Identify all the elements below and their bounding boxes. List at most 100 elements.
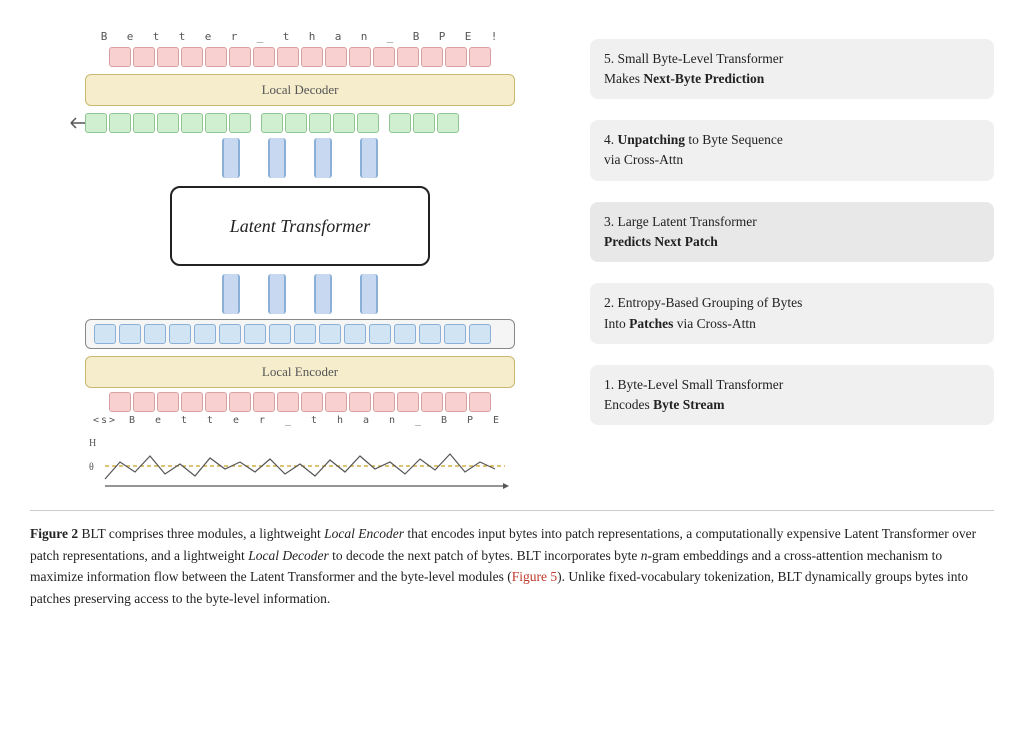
entropy-chart: H θ <box>85 434 515 494</box>
latent-transformer-box: Latent Transformer <box>170 186 430 266</box>
bottom-connectors <box>222 274 378 314</box>
caption-label: Figure 2 <box>30 526 78 541</box>
figure5-link[interactable]: Figure 5 <box>512 569 557 584</box>
token-block <box>373 47 395 67</box>
token-block <box>157 47 179 67</box>
connector <box>268 274 286 314</box>
patch-row <box>85 319 515 349</box>
local-encoder-bar: Local Encoder <box>85 356 515 388</box>
token-block <box>169 324 191 344</box>
token-block <box>94 324 116 344</box>
token-block <box>285 113 307 133</box>
token-block <box>133 392 155 412</box>
token-block <box>181 113 203 133</box>
label-item-2: 2. Entropy-Based Grouping of BytesInto P… <box>590 283 994 344</box>
token-block <box>373 392 395 412</box>
token-block <box>444 324 466 344</box>
token-block <box>244 324 266 344</box>
label-item-5: 5. Small Byte-Level TransformerMakes Nex… <box>590 39 994 100</box>
token-block <box>253 392 275 412</box>
label-5-text: 5. Small Byte-Level TransformerMakes Nex… <box>604 51 783 86</box>
token-block <box>333 113 355 133</box>
token-block <box>269 324 291 344</box>
token-block <box>181 392 203 412</box>
bottom-token-row <box>109 392 491 412</box>
token-block <box>253 47 275 67</box>
token-block <box>309 113 331 133</box>
label-item-4: 4. Unpatching to Byte Sequencevia Cross-… <box>590 120 994 181</box>
connector <box>360 138 378 178</box>
token-block <box>261 113 283 133</box>
label-1-text: 1. Byte-Level Small TransformerEncodes B… <box>604 377 783 412</box>
token-block <box>344 324 366 344</box>
label-3-text: 3. Large Latent TransformerPredicts Next… <box>604 214 757 249</box>
token-block <box>229 392 251 412</box>
token-block <box>469 324 491 344</box>
token-block <box>397 47 419 67</box>
label-item-3: 3. Large Latent TransformerPredicts Next… <box>590 202 994 263</box>
token-block <box>397 392 419 412</box>
label-2-text: 2. Entropy-Based Grouping of BytesInto P… <box>604 295 802 330</box>
token-block <box>301 47 323 67</box>
left-arrow <box>67 116 85 130</box>
bottom-char-row: <s> B e t t e r _ t h a n _ B P E <box>90 415 510 426</box>
top-connectors <box>222 138 378 178</box>
token-block <box>421 47 443 67</box>
connector <box>222 274 240 314</box>
entropy-chart-svg: H θ <box>85 434 515 494</box>
token-block <box>205 113 227 133</box>
token-block <box>394 324 416 344</box>
token-block <box>445 47 467 67</box>
label-4-text: 4. Unpatching to Byte Sequencevia Cross-… <box>604 132 783 167</box>
token-block <box>325 47 347 67</box>
token-block <box>413 113 435 133</box>
token-block <box>349 47 371 67</box>
local-encoder-label: Local Encoder <box>262 364 338 380</box>
token-block <box>85 113 107 133</box>
diagram: B e t t e r _ t h a n _ B P E ! <box>30 20 570 494</box>
token-block <box>109 392 131 412</box>
svg-text:θ: θ <box>89 462 94 473</box>
token-block <box>181 47 203 67</box>
token-block <box>421 392 443 412</box>
token-block <box>469 392 491 412</box>
local-decoder-label: Local Decoder <box>262 82 339 98</box>
token-block <box>437 113 459 133</box>
local-decoder-bar: Local Decoder <box>85 74 515 106</box>
token-block <box>349 392 371 412</box>
label-item-1: 1. Byte-Level Small TransformerEncodes B… <box>590 365 994 426</box>
caption-text: BLT comprises three modules, a lightweig… <box>30 526 976 606</box>
token-block <box>319 324 341 344</box>
token-block <box>157 113 179 133</box>
token-block <box>205 47 227 67</box>
svg-text:H: H <box>89 438 96 449</box>
connector <box>268 138 286 178</box>
top-token-row <box>109 47 491 67</box>
token-block <box>133 113 155 133</box>
token-block <box>419 324 441 344</box>
token-block <box>119 324 141 344</box>
token-block <box>357 113 379 133</box>
token-block <box>445 392 467 412</box>
token-block <box>294 324 316 344</box>
token-block <box>157 392 179 412</box>
token-block <box>389 113 411 133</box>
token-block <box>277 392 299 412</box>
top-char-row: B e t t e r _ t h a n _ B P E ! <box>92 30 508 43</box>
connector <box>222 138 240 178</box>
token-block <box>205 392 227 412</box>
token-block <box>229 47 251 67</box>
figure-area: B e t t e r _ t h a n _ B P E ! <box>30 20 994 494</box>
green-token-row <box>85 113 515 133</box>
main-container: B e t t e r _ t h a n _ B P E ! <box>0 0 1024 629</box>
token-block <box>109 113 131 133</box>
token-block <box>325 392 347 412</box>
token-block <box>229 113 251 133</box>
token-block <box>144 324 166 344</box>
connector <box>314 138 332 178</box>
token-block <box>133 47 155 67</box>
token-block <box>277 47 299 67</box>
token-block <box>194 324 216 344</box>
connector <box>314 274 332 314</box>
labels-panel: 5. Small Byte-Level TransformerMakes Nex… <box>570 20 994 494</box>
